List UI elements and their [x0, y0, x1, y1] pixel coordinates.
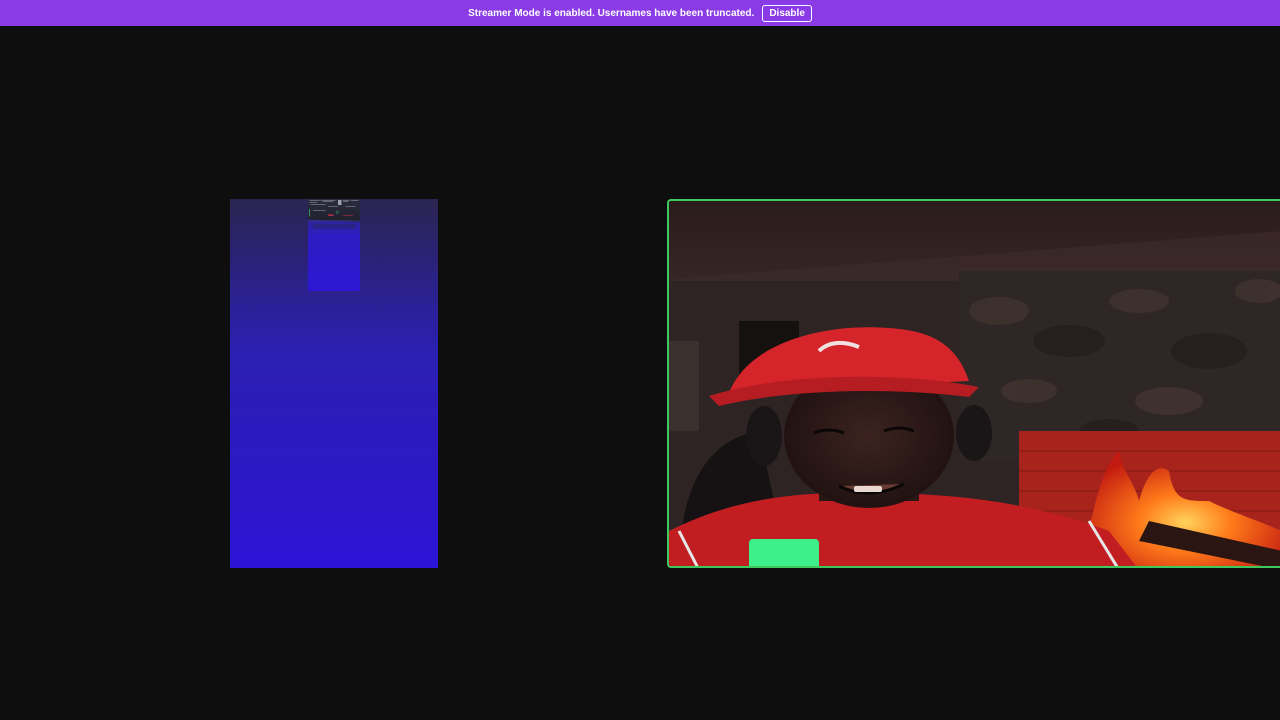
streamer-mode-message: Streamer Mode is enabled. Usernames have…: [468, 7, 755, 19]
streamer-mode-banner: Streamer Mode is enabled. Usernames have…: [0, 0, 1280, 26]
video-feed-left: [308, 199, 360, 291]
video-feed-right: [669, 201, 1280, 566]
participant-video-tile-right[interactable]: [667, 199, 1280, 568]
disable-streamer-mode-button[interactable]: Disable: [762, 4, 812, 22]
participant-video-tile-left[interactable]: [230, 199, 438, 568]
